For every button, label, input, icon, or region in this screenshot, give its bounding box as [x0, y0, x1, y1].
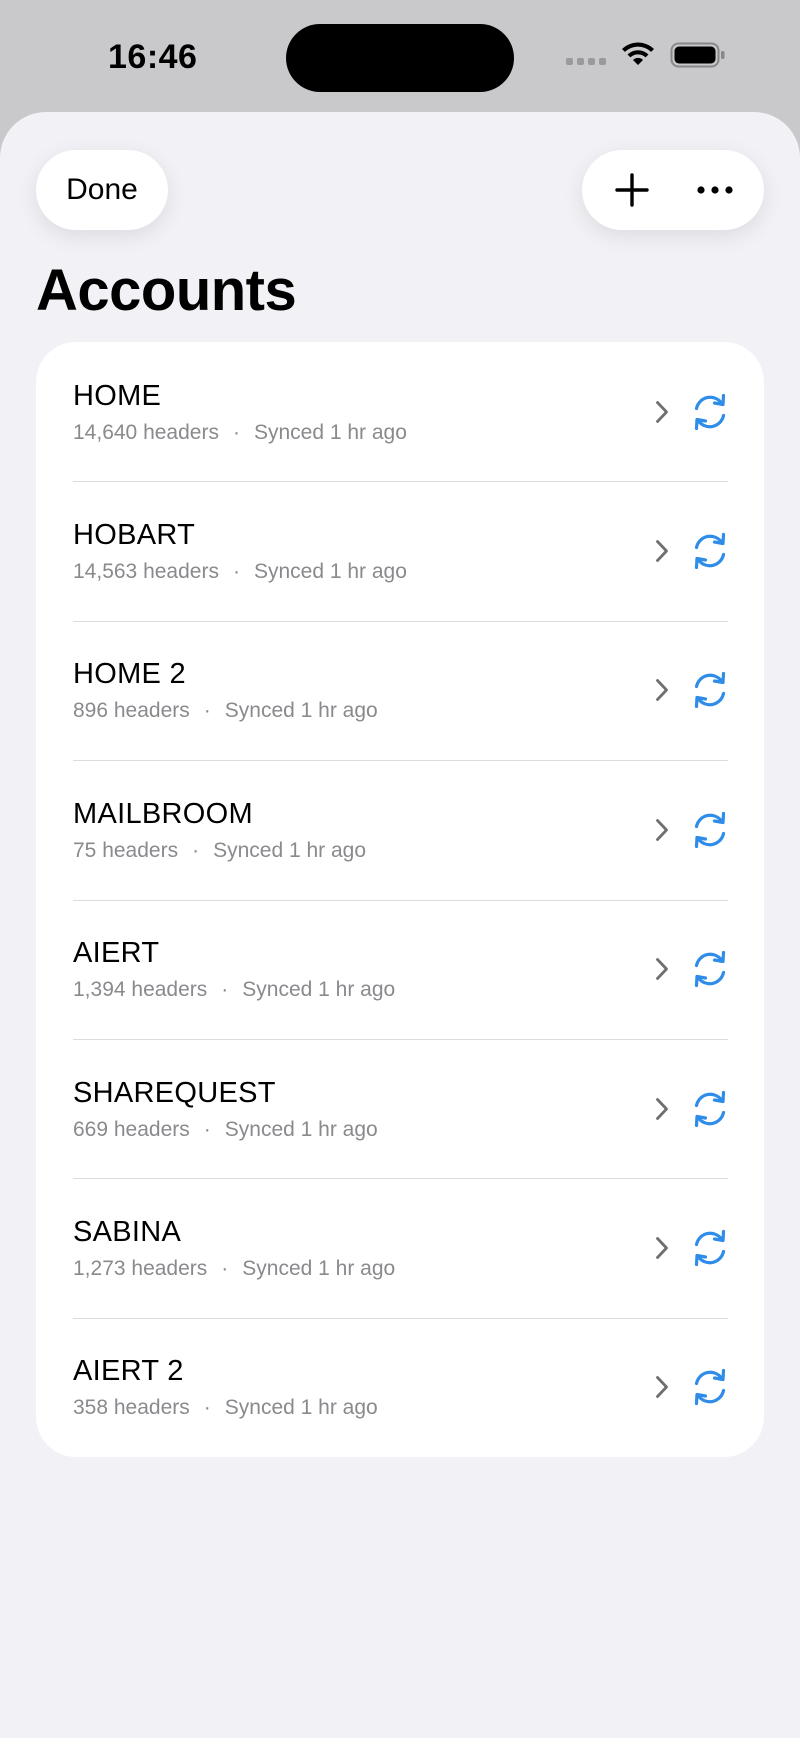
page-title: Accounts — [36, 258, 297, 323]
account-row[interactable]: SABINA 1,273 headers · Synced 1 hr ago — [36, 1178, 764, 1317]
sync-icon[interactable] — [690, 949, 730, 989]
account-row[interactable]: HOME 2 896 headers · Synced 1 hr ago — [36, 620, 764, 760]
separator-dot: · — [203, 699, 211, 723]
chevron-right-icon — [652, 1095, 672, 1123]
account-name: AIERT — [73, 937, 160, 970]
account-header-count: 14,640 headers — [73, 420, 219, 444]
account-text: HOBART 14,563 headers · Synced 1 hr ago — [73, 517, 652, 585]
done-button[interactable]: Done — [36, 150, 168, 230]
account-row[interactable]: SHAREQUEST 669 headers · Synced 1 hr ago — [36, 1038, 764, 1178]
account-sync-status: Synced 1 hr ago — [224, 1396, 378, 1420]
separator-dot: · — [232, 560, 240, 584]
wifi-icon — [620, 41, 656, 74]
cellular-signal-icon — [566, 57, 606, 65]
accounts-sheet: Done Accounts HOME 14,640 headers · Synced… — [0, 112, 800, 1738]
account-name: AIERT 2 — [73, 1355, 184, 1388]
account-text: HOME 14,640 headers · Synced 1 hr ago — [73, 378, 652, 446]
sync-icon[interactable] — [690, 1089, 730, 1129]
account-row[interactable]: HOBART 14,563 headers · Synced 1 hr ago — [36, 481, 764, 620]
sync-icon[interactable] — [690, 670, 730, 710]
row-actions — [652, 1228, 730, 1268]
account-subtitle: 896 headers · Synced 1 hr ago — [73, 698, 652, 724]
sync-icon[interactable] — [690, 392, 730, 432]
account-row[interactable]: HOME 14,640 headers · Synced 1 hr ago — [36, 342, 764, 481]
separator-dot: · — [203, 1117, 211, 1141]
row-actions — [652, 810, 730, 850]
row-actions — [652, 1367, 730, 1407]
status-icons — [566, 42, 726, 70]
row-actions — [652, 392, 730, 432]
status-time: 16:46 — [108, 38, 198, 76]
chevron-right-icon — [652, 398, 672, 426]
account-name: HOME — [73, 379, 162, 412]
separator-dot: · — [221, 1257, 229, 1281]
account-text: AIERT 2 358 headers · Synced 1 hr ago — [73, 1353, 652, 1421]
account-header-count: 358 headers — [73, 1396, 190, 1420]
plus-icon[interactable] — [600, 158, 664, 222]
account-text: MAILBROOM 75 headers · Synced 1 hr ago — [73, 796, 652, 864]
account-name: HOME 2 — [73, 658, 186, 691]
chevron-right-icon — [652, 1373, 672, 1401]
row-actions — [652, 1089, 730, 1129]
account-subtitle: 1,273 headers · Synced 1 hr ago — [73, 1256, 652, 1282]
account-sync-status: Synced 1 hr ago — [224, 1117, 378, 1141]
chevron-right-icon — [652, 676, 672, 704]
ellipsis-icon[interactable] — [683, 158, 747, 222]
separator-dot: · — [192, 838, 200, 862]
chevron-right-icon — [652, 1234, 672, 1262]
account-name: HOBART — [73, 519, 196, 552]
chevron-right-icon — [652, 955, 672, 983]
screen: 16:46 Done Accounts HOME 14,640 headers … — [0, 0, 800, 1738]
account-header-count: 669 headers — [73, 1117, 190, 1141]
sync-icon[interactable] — [690, 1228, 730, 1268]
account-subtitle: 358 headers · Synced 1 hr ago — [73, 1395, 652, 1421]
sync-icon[interactable] — [690, 1367, 730, 1407]
account-header-count: 1,273 headers — [73, 1257, 208, 1281]
account-header-count: 14,563 headers — [73, 560, 219, 584]
separator-dot: · — [221, 978, 229, 1002]
row-actions — [652, 949, 730, 989]
account-subtitle: 669 headers · Synced 1 hr ago — [73, 1117, 652, 1143]
account-sync-status: Synced 1 hr ago — [224, 699, 378, 723]
chevron-right-icon — [652, 816, 672, 844]
account-name: SABINA — [73, 1216, 182, 1249]
account-header-count: 896 headers — [73, 699, 190, 723]
separator-dot: · — [232, 420, 240, 444]
account-header-count: 75 headers — [73, 838, 179, 862]
accounts-list: HOME 14,640 headers · Synced 1 hr ago HO… — [36, 342, 764, 1458]
account-sync-status: Synced 1 hr ago — [242, 1257, 396, 1281]
account-name: MAILBROOM — [73, 797, 253, 830]
account-subtitle: 14,563 headers · Synced 1 hr ago — [73, 559, 652, 585]
chevron-right-icon — [652, 537, 672, 565]
account-subtitle: 75 headers · Synced 1 hr ago — [73, 838, 652, 864]
sync-icon[interactable] — [690, 531, 730, 571]
account-name: SHAREQUEST — [73, 1076, 276, 1109]
account-subtitle: 1,394 headers · Synced 1 hr ago — [73, 977, 652, 1003]
account-header-count: 1,394 headers — [73, 978, 208, 1002]
account-sync-status: Synced 1 hr ago — [242, 978, 396, 1002]
account-sync-status: Synced 1 hr ago — [253, 420, 407, 444]
row-actions — [652, 670, 730, 710]
toolbar-button-group — [582, 150, 764, 230]
row-actions — [652, 531, 730, 571]
account-row[interactable]: AIERT 2 358 headers · Synced 1 hr ago — [36, 1317, 764, 1457]
sync-icon[interactable] — [690, 810, 730, 850]
battery-icon — [670, 41, 726, 74]
account-text: AIERT 1,394 headers · Synced 1 hr ago — [73, 935, 652, 1003]
account-sync-status: Synced 1 hr ago — [253, 560, 407, 584]
account-row[interactable]: MAILBROOM 75 headers · Synced 1 hr ago — [36, 760, 764, 899]
account-sync-status: Synced 1 hr ago — [213, 838, 367, 862]
account-text: SABINA 1,273 headers · Synced 1 hr ago — [73, 1214, 652, 1282]
account-text: SHAREQUEST 669 headers · Synced 1 hr ago — [73, 1075, 652, 1143]
dynamic-island — [286, 24, 514, 92]
account-text: HOME 2 896 headers · Synced 1 hr ago — [73, 656, 652, 724]
account-row[interactable]: AIERT 1,394 headers · Synced 1 hr ago — [36, 899, 764, 1039]
account-subtitle: 14,640 headers · Synced 1 hr ago — [73, 420, 652, 446]
separator-dot: · — [203, 1396, 211, 1420]
